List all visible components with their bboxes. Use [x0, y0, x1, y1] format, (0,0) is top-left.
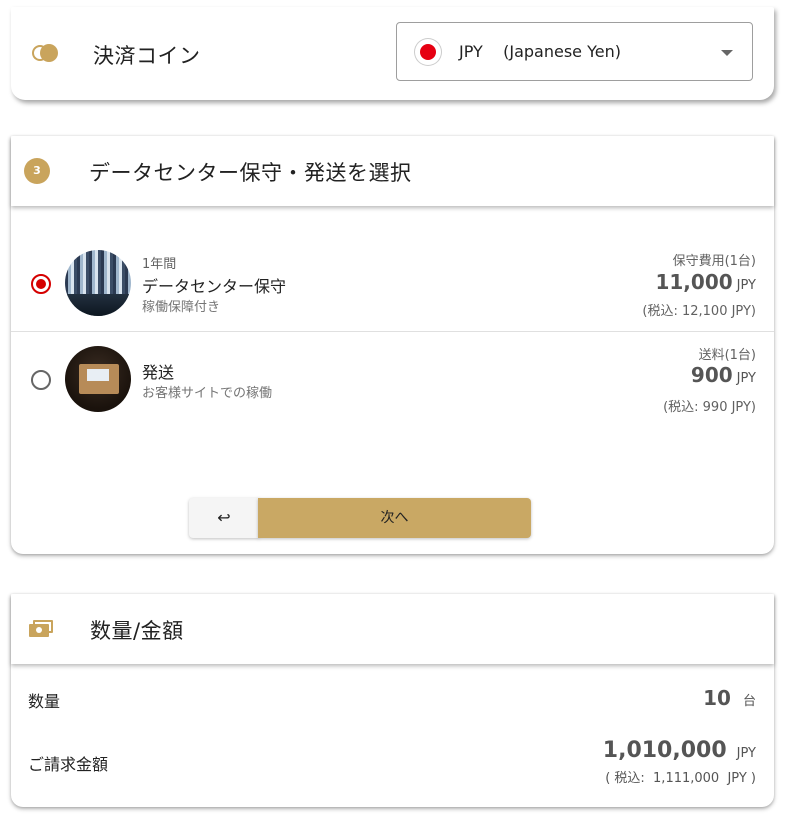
- price-label: 保守費用(1台): [672, 254, 756, 269]
- quantity-unit: 台: [742, 694, 756, 709]
- delivery-selection-card: 3 データセンター保守・発送を選択 1年間 データセンター保守 稼働保障付き 保…: [11, 136, 774, 554]
- currency-select-value: JPY (Japanese Yen): [459, 42, 621, 61]
- back-button[interactable]: ↩: [189, 498, 259, 538]
- delivery-selection-title: データセンター保守・発送を選択: [89, 161, 412, 185]
- quantity-label: 数量: [28, 692, 61, 711]
- option-name: 発送: [142, 363, 175, 382]
- option-description: お客様サイトでの稼働: [142, 386, 273, 401]
- currency-select[interactable]: JPY (Japanese Yen): [396, 22, 753, 81]
- payment-coin-card: 決済コイン JPY (Japanese Yen): [11, 7, 774, 100]
- total: 1,010,000 JPY: [603, 738, 756, 763]
- price-currency: JPY: [736, 371, 756, 386]
- option-description: 稼働保障付き: [142, 300, 221, 315]
- total-currency: JPY: [736, 746, 756, 761]
- total-tax: ( 税込: 1,111,000 JPY ): [605, 771, 756, 786]
- price-tax: (税込: 12,100 JPY): [642, 304, 756, 319]
- price-label: 送料(1台): [698, 348, 756, 363]
- japan-flag-icon: [414, 38, 442, 66]
- quantity: 10 台: [703, 686, 756, 710]
- price-tax: (税込: 990 JPY): [663, 400, 756, 415]
- price-currency: JPY: [736, 278, 756, 293]
- total-label: ご請求金額: [28, 755, 109, 774]
- price: 11,000 JPY: [655, 270, 756, 294]
- price-value: 900: [690, 363, 733, 387]
- next-button[interactable]: 次へ: [258, 498, 531, 538]
- quantity-amount-title: 数量/金額: [90, 619, 184, 643]
- delivery-selection-header: 3 データセンター保守・発送を選択: [11, 136, 774, 206]
- total-value: 1,010,000: [602, 738, 727, 763]
- coins-icon: [32, 43, 62, 63]
- money-icon: [29, 620, 53, 638]
- step-badge: 3: [24, 158, 50, 184]
- price: 900 JPY: [691, 363, 756, 387]
- chevron-down-icon: [721, 50, 733, 56]
- radio-datacenter[interactable]: [31, 274, 51, 294]
- price-value: 11,000: [655, 270, 733, 294]
- option-period: 1年間: [142, 257, 177, 272]
- payment-coin-title: 決済コイン: [93, 44, 201, 68]
- quantity-amount-header: 数量/金額: [11, 594, 774, 664]
- quantity-amount-card: 数量/金額 数量 10 台 ご請求金額 1,010,000 JPY ( 税込: 1,…: [11, 594, 774, 807]
- shipping-box-image: [65, 346, 131, 412]
- radio-shipping[interactable]: [31, 370, 51, 390]
- quantity-value: 10: [703, 686, 731, 710]
- option-name: データセンター保守: [142, 277, 287, 296]
- option-shipping[interactable]: 発送 お客様サイトでの稼働 送料(1台) 900 JPY (税込: 990 JPY…: [11, 344, 774, 424]
- option-datacenter[interactable]: 1年間 データセンター保守 稼働保障付き 保守費用(1台) 11,000 JPY …: [11, 248, 774, 332]
- datacenter-image: [65, 250, 131, 316]
